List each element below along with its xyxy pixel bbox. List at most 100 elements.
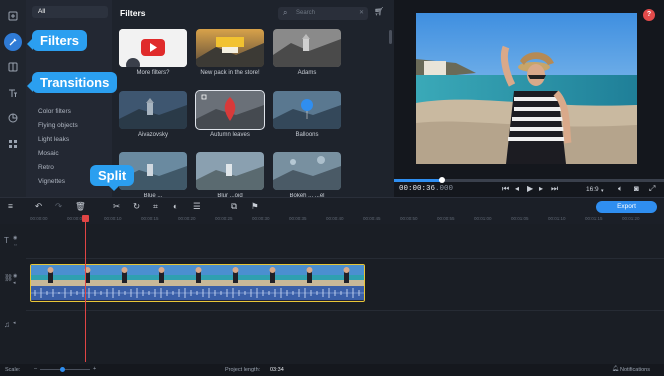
category-item[interactable]: Light leaks bbox=[38, 136, 69, 143]
rotate-icon[interactable]: ↻ bbox=[133, 201, 140, 212]
ruler-tick: 00:01:15 bbox=[585, 216, 603, 221]
more-icon[interactable] bbox=[4, 135, 22, 153]
play-icon[interactable]: ▶ bbox=[527, 184, 533, 193]
category-item[interactable]: Flying objects bbox=[38, 122, 78, 129]
callout-filters: Filters bbox=[26, 30, 88, 51]
category-item[interactable]: Mosaic bbox=[38, 150, 59, 157]
skip-start-icon[interactable]: ⏮ bbox=[502, 184, 509, 194]
titles-icon[interactable] bbox=[4, 84, 22, 102]
callout-split: Split bbox=[90, 165, 135, 191]
export-button[interactable]: Export bbox=[596, 201, 657, 213]
crop-icon[interactable]: ⌗ bbox=[153, 201, 158, 212]
filter-thumb-balloons[interactable] bbox=[273, 91, 341, 129]
timeline-ruler[interactable]: 00:00:00 00:00:05 00:00:10 00:00:15 00:0… bbox=[0, 215, 664, 224]
skip-end-icon[interactable]: ⏭ bbox=[551, 184, 558, 194]
video-preview[interactable] bbox=[416, 13, 637, 164]
track-divider bbox=[26, 310, 664, 311]
zoom-out-icon[interactable]: – bbox=[34, 366, 37, 372]
ruler-tick: 00:01:20 bbox=[622, 216, 640, 221]
category-item[interactable]: Retro bbox=[38, 164, 54, 171]
scale-knob[interactable] bbox=[60, 367, 65, 372]
scale-slider[interactable] bbox=[40, 367, 90, 372]
filter-caption: Adams bbox=[297, 70, 317, 76]
scrollbar[interactable] bbox=[389, 30, 392, 44]
split-icon[interactable]: ✂ bbox=[113, 201, 120, 212]
filter-thumb-adams[interactable] bbox=[273, 29, 341, 67]
stickers-icon[interactable] bbox=[4, 109, 22, 127]
clip-frame bbox=[253, 265, 290, 286]
progress-knob[interactable] bbox=[439, 177, 445, 183]
filter-thumb-aivazovsky[interactable] bbox=[119, 91, 187, 129]
filter-caption: New pack in the store! bbox=[200, 70, 260, 76]
filter-thumb-more[interactable] bbox=[119, 29, 187, 67]
left-rail bbox=[0, 0, 26, 197]
filter-thumb-autumn-leaves[interactable] bbox=[195, 90, 265, 130]
clip-frame bbox=[179, 265, 216, 286]
color-adjust-icon[interactable]: ◐ bbox=[173, 201, 178, 211]
aspect-ratio-select[interactable]: 16:9 bbox=[586, 186, 599, 193]
filter-thumb[interactable] bbox=[273, 152, 341, 190]
filter-thumb-newpack[interactable] bbox=[196, 29, 264, 67]
audio-waveform[interactable] bbox=[31, 286, 364, 300]
zoom-in-icon[interactable]: + bbox=[93, 366, 96, 372]
filter-caption: Aivazovsky bbox=[137, 132, 168, 138]
project-length-label: Project length: bbox=[225, 367, 261, 373]
ruler-tick: 00:00:50 bbox=[400, 216, 418, 221]
search-placeholder: Search bbox=[296, 10, 316, 16]
ruler-tick: 00:01:10 bbox=[548, 216, 566, 221]
ruler-tick: 00:00:00 bbox=[30, 216, 48, 221]
step-forward-icon[interactable]: ▸ bbox=[539, 184, 543, 193]
search-input[interactable]: ⌕ Search ✕ bbox=[278, 7, 368, 20]
filter-caption: Autumn leaves bbox=[210, 132, 250, 138]
cart-icon[interactable]: 🛒︎ bbox=[374, 7, 384, 16]
category-item[interactable]: Vignettes bbox=[38, 178, 65, 185]
ruler-tick: 00:01:00 bbox=[474, 216, 492, 221]
ruler-tick: 00:00:15 bbox=[141, 216, 159, 221]
bell-icon[interactable]: 🔔︎ bbox=[612, 366, 619, 372]
visibility-icon[interactable]: ◉ bbox=[13, 235, 17, 241]
status-bar: Scale: – + Project length: 03:34 🔔︎ Noti… bbox=[0, 364, 664, 376]
mute-icon[interactable]: ◂ bbox=[13, 320, 16, 326]
filter-thumb[interactable] bbox=[196, 152, 264, 190]
marker-icon[interactable]: ⚑ bbox=[251, 201, 259, 212]
undo-icon[interactable]: ↶ bbox=[35, 201, 42, 212]
clip-properties-icon[interactable]: ☰ bbox=[193, 201, 201, 212]
ruler-tick: 00:00:55 bbox=[437, 216, 455, 221]
timeline-toolbar: ≡ ↶ ↷ 🗑︎ ✂ ↻ ⌗ ◐ ☰ ⧉ ⚑ Export bbox=[0, 197, 664, 215]
lock-icon[interactable]: ⇔ bbox=[13, 242, 18, 248]
clear-icon[interactable]: ✕ bbox=[359, 9, 364, 16]
mute-icon[interactable]: ◂ bbox=[13, 280, 16, 286]
ruler-tick: 00:00:45 bbox=[363, 216, 381, 221]
notifications-link[interactable]: Notifications bbox=[620, 367, 650, 373]
clip-frame bbox=[31, 265, 68, 286]
chevron-down-icon[interactable]: ▾ bbox=[601, 188, 604, 194]
import-icon[interactable] bbox=[4, 7, 22, 25]
callout-transitions: Transitions bbox=[26, 72, 118, 93]
track-settings-icon[interactable]: ≡ bbox=[8, 201, 13, 211]
snapshot-icon[interactable]: ◙ bbox=[634, 184, 639, 193]
delete-icon[interactable]: 🗑︎ bbox=[75, 201, 86, 212]
transitions-icon[interactable] bbox=[4, 58, 22, 76]
timecode-main: 00:00:36 bbox=[399, 185, 436, 193]
panel-title: Filters bbox=[120, 8, 146, 18]
step-back-icon[interactable]: ◂ bbox=[515, 184, 519, 193]
preview-progress-bar[interactable] bbox=[394, 177, 664, 183]
ruler-tick: 00:00:35 bbox=[289, 216, 307, 221]
ruler-tick: 00:01:05 bbox=[511, 216, 529, 221]
redo-icon[interactable]: ↷ bbox=[55, 201, 62, 212]
video-clip[interactable] bbox=[30, 264, 365, 302]
overlay-icon[interactable]: ⧉ bbox=[231, 201, 237, 212]
timeline-tracks: T ◉ ⇔ ⛓ ◉ ◂ ♫ ◂ bbox=[0, 224, 664, 364]
fullscreen-icon[interactable]: ⤢ bbox=[649, 184, 655, 194]
playhead[interactable] bbox=[85, 215, 86, 362]
category-item[interactable]: Color filters bbox=[38, 108, 71, 115]
video-editor-window: All Color filters Flying objects Light l… bbox=[0, 0, 664, 376]
music-icon: ♫ bbox=[4, 320, 10, 329]
volume-icon[interactable]: 🔈︎ bbox=[618, 184, 623, 194]
ruler-tick: 00:00:30 bbox=[252, 216, 270, 221]
visibility-icon[interactable]: ◉ bbox=[13, 273, 17, 279]
category-all[interactable]: All bbox=[32, 6, 108, 18]
filters-icon[interactable] bbox=[4, 33, 22, 51]
help-badge[interactable]: ? bbox=[643, 9, 655, 21]
link-icon[interactable]: ⛓ bbox=[4, 274, 13, 282]
